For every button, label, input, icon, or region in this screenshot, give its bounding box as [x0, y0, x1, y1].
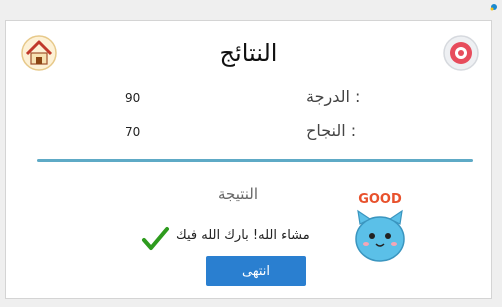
pass-value: 70 — [125, 125, 141, 139]
results-card: النتائج الدرجة : 90 النجاح : 70 النتيجة … — [5, 20, 492, 299]
check-icon — [142, 227, 169, 250]
mascot-good-text: GOOD — [358, 192, 402, 207]
page-title: النتائج — [219, 39, 278, 67]
score-label: الدرجة : — [306, 87, 361, 106]
mascot-icon: GOOD — [355, 192, 405, 262]
corner-dot-icon — [490, 4, 497, 11]
pass-row: النجاح : 70 — [6, 121, 491, 145]
pass-label: النجاح : — [306, 121, 357, 140]
result-message: مشاء الله! بارك الله فيك — [176, 228, 310, 243]
divider — [37, 159, 473, 162]
done-button[interactable]: انتهى — [206, 256, 306, 286]
score-value: 90 — [125, 91, 141, 105]
score-row: الدرجة : 90 — [6, 87, 491, 111]
result-label: النتيجة — [218, 185, 259, 203]
